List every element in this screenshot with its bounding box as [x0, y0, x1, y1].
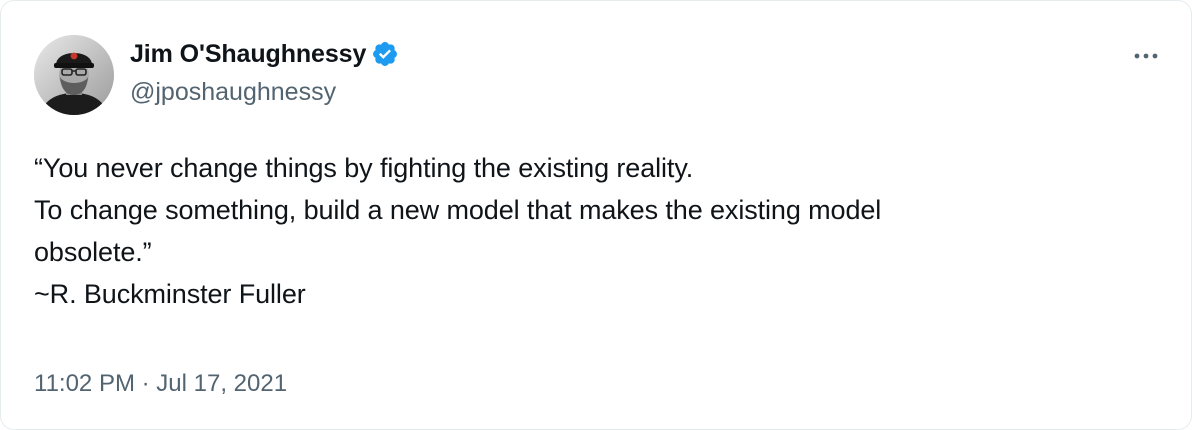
name-row: Jim O'Shaughnessy [130, 38, 399, 70]
tweet-date[interactable]: Jul 17, 2021 [156, 370, 287, 397]
tweet-time[interactable]: 11:02 PM [34, 370, 135, 397]
more-options-button[interactable] [1131, 41, 1161, 71]
tweet-text-line: ~R. Buckminster Fuller [34, 279, 306, 309]
tweet-text-line: obsolete.” [34, 237, 152, 267]
tweet-card: Jim O'Shaughnessy @jposhaughnessy “You n… [0, 0, 1192, 430]
tweet-text-line: “You never change things by fighting the… [34, 153, 694, 183]
avatar[interactable] [34, 35, 114, 115]
author-identity: Jim O'Shaughnessy @jposhaughnessy [130, 38, 399, 109]
tweet-text-line: To change something, build a new model t… [34, 195, 882, 225]
tweet-header: Jim O'Shaughnessy @jposhaughnessy [34, 35, 399, 115]
meta-separator: · [134, 370, 157, 397]
avatar-photo [34, 35, 114, 115]
more-horizontal-icon [1134, 53, 1158, 59]
author-handle[interactable]: @jposhaughnessy [130, 75, 399, 109]
tweet-timestamp: 11:02 PM · Jul 17, 2021 [34, 368, 287, 400]
verified-badge-icon[interactable] [371, 40, 399, 68]
tweet-text: “You never change things by fighting the… [34, 147, 1159, 315]
author-display-name[interactable]: Jim O'Shaughnessy [130, 38, 366, 70]
